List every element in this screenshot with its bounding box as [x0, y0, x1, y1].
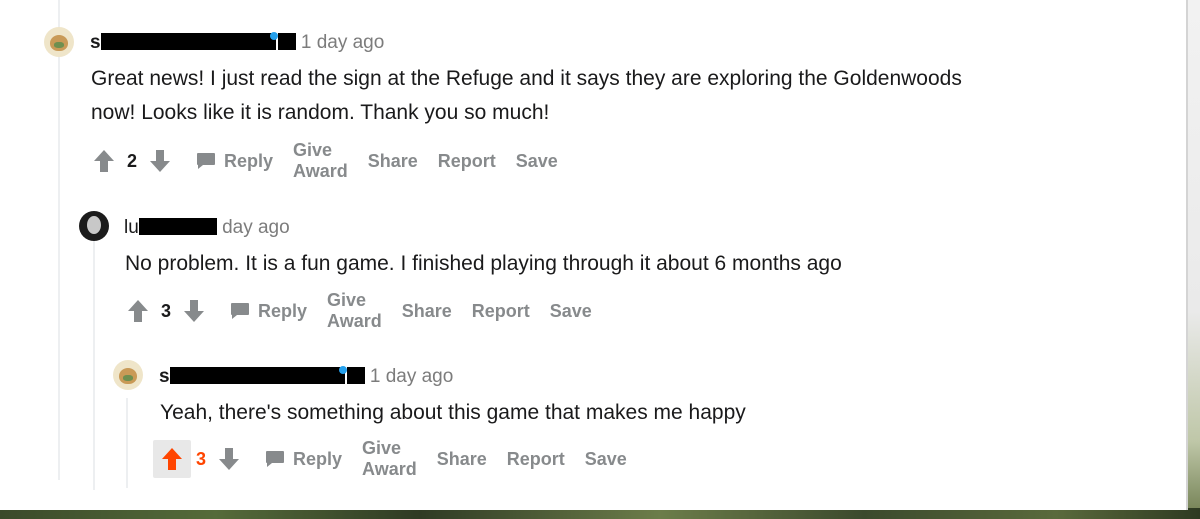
vote-controls: 3: [153, 440, 243, 478]
verified-dot-icon: [338, 366, 347, 374]
report-label: Report: [437, 150, 496, 171]
report-button[interactable]: Report: [472, 301, 530, 322]
comment-meta: lu day ago: [124, 217, 290, 239]
report-label: Report: [506, 448, 565, 469]
username[interactable]: s: [90, 32, 101, 53]
chat-bubble-icon: [231, 303, 249, 319]
reply-label: Reply: [224, 150, 274, 171]
username[interactable]: s: [159, 366, 170, 387]
redacted-username: [169, 367, 345, 384]
upvote-button[interactable]: [153, 440, 191, 478]
give-award-button[interactable]: Give Award: [362, 438, 417, 480]
comment-actions: 2 Reply Give Award Share Report Save: [90, 140, 558, 182]
verified-dot-icon: [269, 32, 278, 40]
share-button[interactable]: Share: [437, 449, 487, 470]
downvote-button[interactable]: [215, 445, 243, 473]
save-label: Save: [515, 150, 558, 171]
share-label: Share: [367, 150, 418, 171]
save-button[interactable]: Save: [550, 301, 592, 322]
reply-label: Reply: [293, 448, 343, 469]
chat-bubble-icon: [266, 451, 284, 467]
redacted-username: [277, 33, 296, 50]
cat-avatar-icon[interactable]: [44, 27, 74, 57]
timestamp[interactable]: 1 day ago: [370, 366, 453, 387]
comment-line: Yeah, there's something about this game …: [160, 401, 746, 424]
upvote-button[interactable]: [90, 147, 118, 175]
save-button[interactable]: Save: [585, 449, 627, 470]
comment-meta: s 1 day ago: [90, 32, 384, 54]
downvote-arrow-icon: [184, 300, 204, 322]
give-award-button[interactable]: Give Award: [293, 140, 348, 182]
comment-actions: 3 Reply Give Award Share Report Save: [124, 290, 592, 332]
upvote-arrow-icon: [94, 150, 114, 172]
comment-line: Great news! I just read the sign at the …: [91, 67, 962, 90]
reply-button[interactable]: Reply: [265, 449, 342, 470]
comment-line: now! Looks like it is random. Thank you …: [91, 101, 550, 124]
downvote-button[interactable]: [146, 147, 174, 175]
reply-button[interactable]: Reply: [230, 301, 307, 322]
give-award-label: Give Award: [327, 290, 382, 331]
upvote-arrow-icon: [162, 448, 182, 470]
upvote-arrow-icon: [128, 300, 148, 322]
share-label: Share: [436, 448, 487, 469]
share-button[interactable]: Share: [402, 301, 452, 322]
vote-score: 3: [195, 448, 206, 469]
downvote-arrow-icon: [219, 448, 239, 470]
cat-avatar-icon[interactable]: [113, 360, 143, 390]
upvote-button[interactable]: [124, 297, 152, 325]
comment-meta: s 1 day ago: [159, 366, 453, 388]
give-award-button[interactable]: Give Award: [327, 290, 382, 332]
vote-controls: 2: [90, 147, 174, 175]
share-label: Share: [401, 300, 452, 321]
reply-button[interactable]: Reply: [196, 151, 273, 172]
redacted-username: [346, 367, 365, 384]
give-award-label: Give Award: [362, 438, 417, 479]
reply-label: Reply: [258, 300, 308, 321]
thread-line[interactable]: [93, 240, 95, 490]
downvote-arrow-icon: [150, 150, 170, 172]
timestamp[interactable]: day ago: [222, 217, 290, 238]
redacted-username: [100, 33, 276, 50]
redacted-username: [138, 218, 217, 235]
timestamp[interactable]: 1 day ago: [301, 32, 384, 53]
save-label: Save: [584, 448, 627, 469]
vote-score: 3: [160, 300, 171, 321]
thread-line[interactable]: [126, 398, 128, 488]
share-button[interactable]: Share: [368, 151, 418, 172]
report-button[interactable]: Report: [507, 449, 565, 470]
chat-bubble-icon: [197, 153, 215, 169]
vote-controls: 3: [124, 297, 208, 325]
username[interactable]: lu: [124, 217, 139, 238]
report-button[interactable]: Report: [438, 151, 496, 172]
portrait-avatar-icon[interactable]: [79, 211, 109, 241]
comment-thread: s 1 day ago Great news! I just read the …: [0, 0, 1188, 510]
comment-body: Yeah, there's something about this game …: [160, 396, 746, 430]
comment-body: No problem. It is a fun game. I finished…: [125, 247, 842, 281]
thread-line[interactable]: [58, 0, 60, 480]
report-label: Report: [471, 300, 530, 321]
comment-actions: 3 Reply Give Award Share Report Save: [153, 438, 627, 480]
background-edge: [1188, 0, 1200, 519]
vote-score: 2: [126, 150, 137, 171]
comment-line: No problem. It is a fun game. I finished…: [125, 252, 842, 275]
give-award-label: Give Award: [293, 140, 348, 181]
downvote-button[interactable]: [180, 297, 208, 325]
save-label: Save: [549, 300, 592, 321]
comment-body: Great news! I just read the sign at the …: [91, 62, 962, 130]
save-button[interactable]: Save: [516, 151, 558, 172]
